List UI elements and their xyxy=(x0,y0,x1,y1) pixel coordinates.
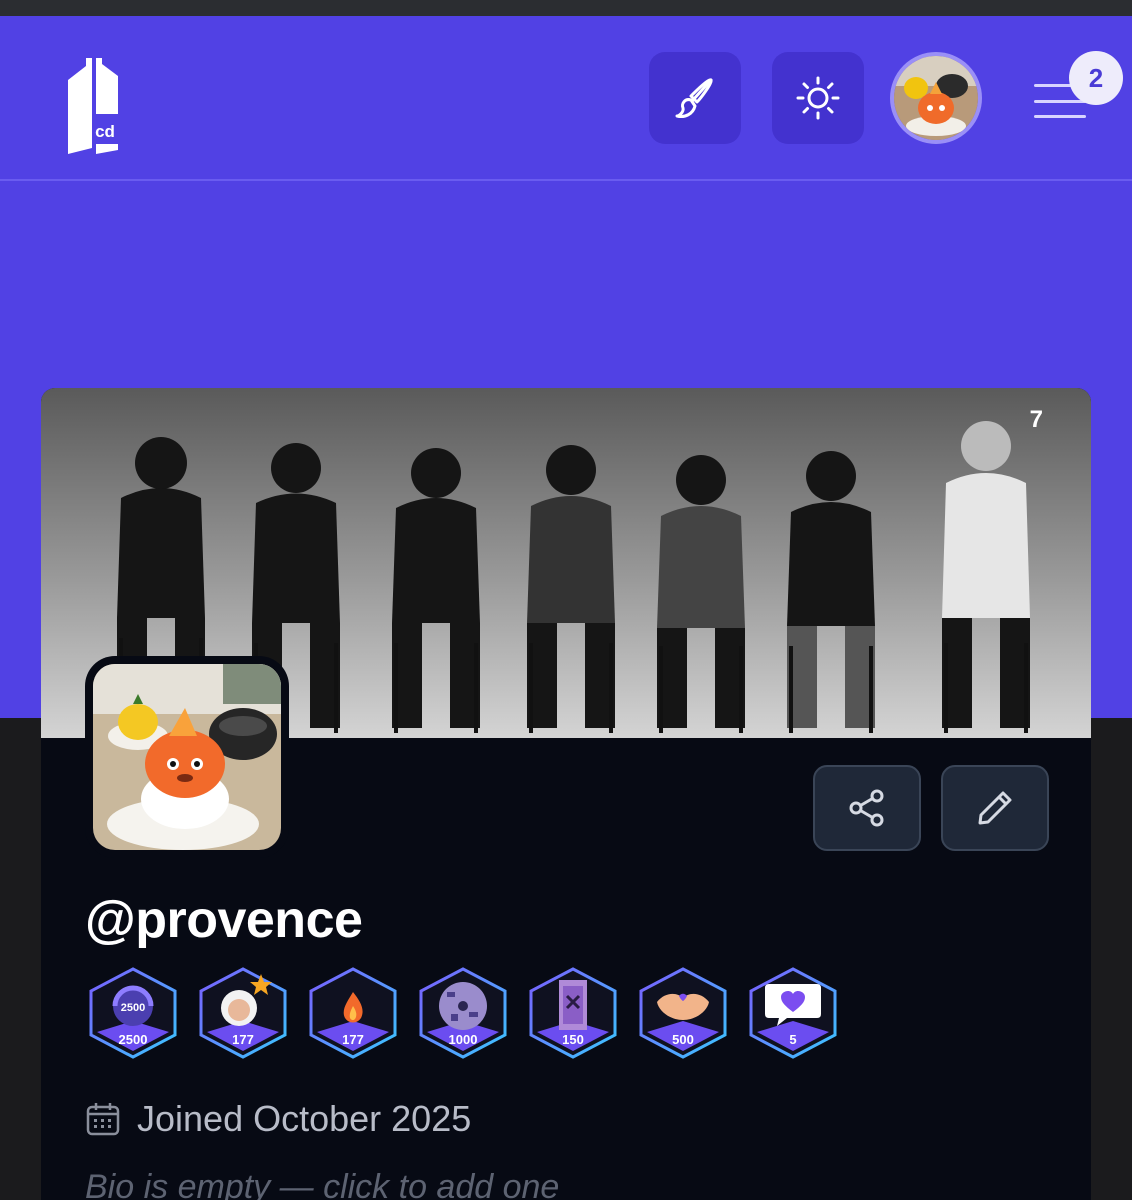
badge-150-poster[interactable]: 150 xyxy=(527,966,619,1060)
sun-icon xyxy=(796,76,840,120)
badge-177-astronaut[interactable]: 177 xyxy=(197,966,289,1060)
badge-177-flame[interactable]: 177 xyxy=(307,966,399,1060)
badge-count: 2500 xyxy=(118,1032,148,1047)
user-avatar[interactable] xyxy=(890,52,982,144)
badge-1000-disc[interactable]: 1000 xyxy=(417,966,509,1060)
profile-card: 7 @provence 2500 2500 177 177 1000 150 5… xyxy=(41,388,1091,1200)
top-navbar: cd 2 xyxy=(0,16,1132,181)
share-icon xyxy=(849,789,884,827)
joined-date-row: Joined October 2025 xyxy=(85,1098,471,1140)
badge-list: 2500 2500 177 177 1000 150 500 5 xyxy=(87,966,839,1060)
profile-username: @provence xyxy=(85,891,363,949)
profile-picture[interactable] xyxy=(85,656,289,858)
badge-2500[interactable]: 2500 2500 xyxy=(87,966,179,1060)
calendar-icon xyxy=(86,1103,120,1136)
menu-line xyxy=(1034,115,1086,118)
status-strip xyxy=(0,0,1132,16)
badge-count: 177 xyxy=(232,1032,254,1047)
edit-profile-button[interactable] xyxy=(941,765,1049,851)
notification-badge[interactable]: 2 xyxy=(1069,51,1123,105)
pencil-icon xyxy=(978,791,1012,825)
theme-button[interactable] xyxy=(649,52,741,144)
badge-5-heart[interactable]: 5 xyxy=(747,966,839,1060)
badge-count: 5 xyxy=(789,1032,797,1047)
site-logo[interactable]: cd xyxy=(62,58,124,154)
share-button[interactable] xyxy=(813,765,921,851)
logo-text: cd xyxy=(95,122,115,141)
menu-line xyxy=(1034,99,1086,103)
badge-500-handshake[interactable]: 500 xyxy=(637,966,729,1060)
banner-photo-count: 7 xyxy=(1029,406,1043,433)
light-mode-button[interactable] xyxy=(772,52,864,144)
bio-placeholder[interactable]: Bio is empty — click to add one xyxy=(85,1168,559,1200)
badge-count: 500 xyxy=(672,1032,694,1047)
badge-count: 150 xyxy=(562,1032,584,1047)
joined-date: Joined October 2025 xyxy=(137,1098,472,1139)
svg-text:2500: 2500 xyxy=(121,1002,145,1014)
paintbrush-icon xyxy=(675,78,713,118)
badge-count: 177 xyxy=(342,1032,364,1047)
badge-count: 1000 xyxy=(448,1032,478,1047)
